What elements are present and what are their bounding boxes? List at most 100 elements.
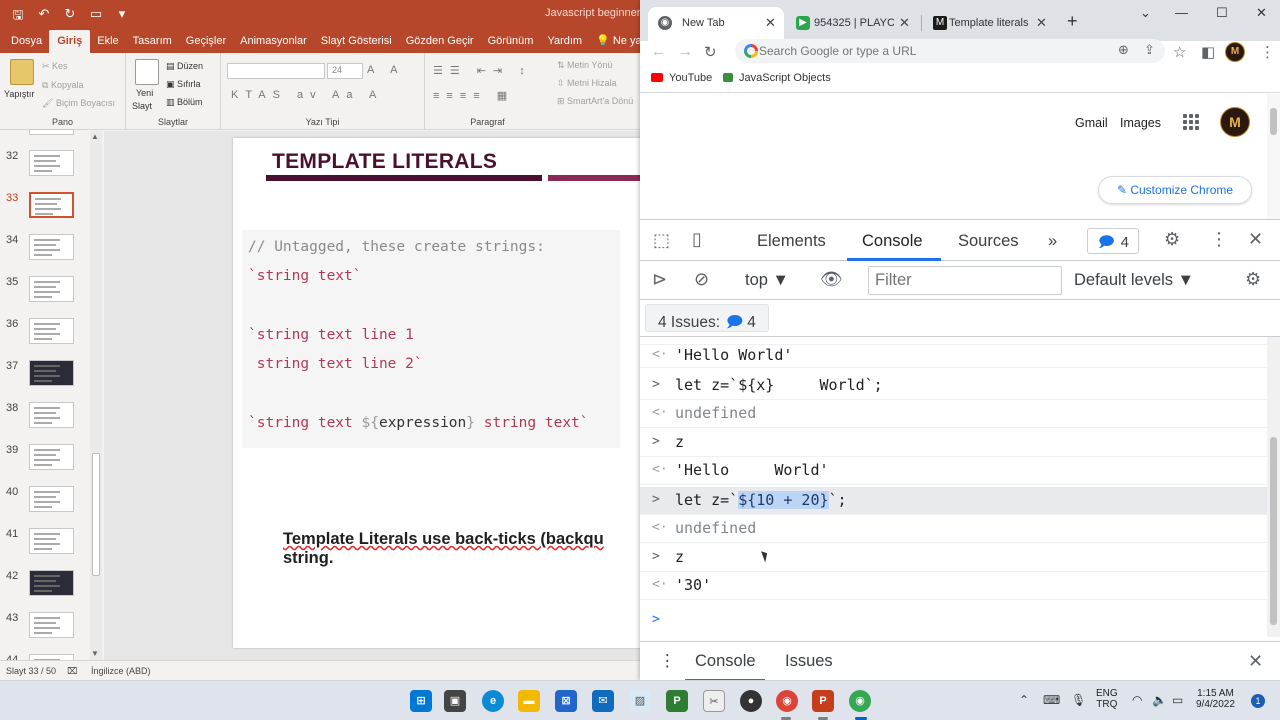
list-icons[interactable]: ☰☰ ⇤⇥ ↕ — [433, 64, 532, 77]
font-size-box[interactable]: 24 — [327, 63, 363, 79]
slide-thumbnail-image[interactable] — [29, 276, 74, 302]
drawer-tab-issues[interactable]: Issues — [785, 652, 833, 671]
format-painter-button[interactable]: 🖌 Biçim Boyacısı — [42, 98, 115, 109]
notification-badge[interactable]: 1 — [1251, 694, 1265, 708]
store-icon[interactable]: ⊠ — [555, 690, 577, 712]
new-tab-icon[interactable]: + — [1067, 11, 1078, 32]
forward-icon[interactable]: → — [678, 43, 693, 60]
powerpoint-taskbar-icon[interactable]: P — [812, 690, 834, 712]
project-icon[interactable]: P — [666, 690, 688, 712]
menu-tasarim[interactable]: Tasarım — [126, 35, 179, 53]
slide-thumbnail[interactable]: 39 — [0, 444, 90, 474]
slide-thumbnail-image[interactable] — [29, 444, 74, 470]
console-filter-input[interactable] — [868, 266, 1062, 295]
keyboard-icon[interactable]: ⌨ — [1043, 693, 1060, 707]
profile-avatar[interactable]: M — [1225, 42, 1245, 62]
live-expression-eye-icon[interactable]: 👁 — [820, 269, 843, 290]
tab-playcode[interactable]: ▶ 954325 | PLAYCODE ✕ — [786, 7, 920, 41]
close-icon[interactable]: ✕ — [899, 15, 910, 31]
tab-new-tab[interactable]: ◉ New Tab ✕ — [648, 7, 784, 41]
console-input-line[interactable]: > let z=`${x} World`; — [640, 372, 1267, 400]
share-icon[interactable]: ⇪ — [1144, 42, 1155, 58]
images-link[interactable]: Images — [1120, 116, 1161, 130]
slide-thumbnail[interactable]: 43 — [0, 612, 90, 642]
menu-search[interactable]: 💡 Ne yapma — [589, 34, 640, 53]
slide-thumbnail-image[interactable] — [29, 150, 74, 176]
slide-thumbnail[interactable]: 32 — [0, 150, 90, 180]
current-slide[interactable]: TEMPLATE LITERALS // Untagged, these cre… — [233, 138, 640, 648]
log-levels-dropdown[interactable]: Default levels ▼ — [1074, 271, 1194, 290]
font-name-box[interactable] — [227, 63, 325, 79]
slide-thumbnail[interactable]: 38 — [0, 402, 90, 432]
device-toolbar-icon[interactable]: ▯ — [692, 229, 702, 250]
menu-gorunum[interactable]: Görünüm — [481, 35, 541, 53]
inspect-element-icon[interactable]: ⬚ — [653, 230, 670, 251]
chrome-taskbar-icon[interactable]: ◉ — [776, 690, 798, 712]
presentation-icon[interactable]: ▭ — [88, 6, 104, 28]
tab-template-literals[interactable]: M Template literals (T ✕ — [923, 7, 1057, 41]
account-avatar[interactable]: M — [1220, 107, 1250, 137]
slide-thumbnail[interactable]: 33 — [0, 192, 90, 222]
slide-thumbnail[interactable]: 41 — [0, 528, 90, 558]
bookmark-youtube[interactable]: YouTube — [651, 72, 712, 84]
bookmark-javascript-objects[interactable]: JavaScript Objects — [723, 72, 831, 84]
omnibox-input[interactable] — [759, 44, 1089, 58]
align-icons[interactable]: ≡≡≡≡ ▦ — [433, 89, 514, 102]
volume-icon[interactable]: 🔈 — [1152, 693, 1167, 707]
slide-thumbnail-image[interactable] — [29, 486, 74, 512]
chevron-down-icon[interactable]: ▾ — [114, 6, 130, 28]
slide-thumbnail[interactable]: 35 — [0, 276, 90, 306]
battery-icon[interactable]: ▭ — [1172, 693, 1183, 707]
snipping-tool-icon[interactable]: ✂ — [703, 690, 725, 712]
show-sidebar-icon[interactable]: ⊳ — [652, 269, 667, 290]
close-icon[interactable]: ✕ — [765, 15, 776, 31]
font-grow-shrink-icons[interactable]: A A — [367, 64, 405, 76]
slide-thumbnail[interactable]: 42 — [0, 570, 90, 600]
slide-thumbnail[interactable]: 36 — [0, 318, 90, 348]
mail-icon[interactable]: ✉ — [592, 690, 614, 712]
bookmark-star-icon[interactable]: ☆ — [1173, 43, 1186, 61]
menu-icon[interactable]: ⋮ — [1260, 43, 1275, 61]
spellcheck-icon[interactable]: ⌧ — [67, 666, 77, 677]
new-slide-icon[interactable] — [135, 59, 159, 85]
scroll-down-icon[interactable]: ▼ — [91, 649, 99, 658]
console-settings-gear-icon[interactable]: ⚙ — [1245, 269, 1261, 290]
scrollbar-thumb[interactable] — [1270, 437, 1277, 625]
scrollbar-thumb[interactable] — [92, 453, 100, 576]
paste-button[interactable]: Yapıştır — [4, 89, 34, 99]
more-tabs-icon[interactable]: » — [1048, 232, 1057, 251]
customize-chrome-button[interactable]: ✎ Customize Chrome — [1098, 176, 1252, 204]
console-result-line[interactable]: <· 'Hello World' — [640, 342, 1267, 368]
menu-slayt-gosterisi[interactable]: Slayt Gösterisi — [314, 35, 399, 53]
obs-icon[interactable]: ● — [740, 690, 762, 712]
close-drawer-icon[interactable]: ✕ — [1248, 651, 1263, 672]
edge-icon[interactable]: e — [482, 690, 504, 712]
drawer-tab-console[interactable]: Console — [695, 652, 756, 671]
console-result-line[interactable]: <· undefined — [640, 400, 1267, 428]
start-icon[interactable]: ⊞ — [410, 690, 432, 712]
context-selector[interactable]: top ▼ — [745, 271, 789, 290]
gmail-link[interactable]: Gmail — [1075, 116, 1108, 130]
console-output[interactable]: <· 'Hello World' > let z=`${x} World`; <· und… — [640, 337, 1267, 637]
tab-elements[interactable]: Elements — [757, 232, 826, 251]
google-apps-icon[interactable] — [1183, 114, 1199, 130]
thumbnails-scrollbar[interactable]: ▲ ▼ — [90, 131, 102, 660]
console-input-line[interactable]: > let z=`${10 + 20}`; — [640, 487, 1267, 515]
close-icon[interactable]: ✕ — [1036, 15, 1047, 31]
slide-thumbnail-image[interactable] — [29, 570, 74, 596]
page-scrollbar[interactable] — [1267, 94, 1280, 219]
language-switcher[interactable]: ENG TRQ — [1096, 688, 1118, 710]
menu-ekle[interactable]: Ekle — [90, 35, 125, 53]
save-icon[interactable]: 🖫 — [10, 6, 26, 28]
section-button[interactable]: ▥ Bölüm — [166, 97, 203, 108]
language-indicator[interactable]: İngilizce (ABD) — [91, 666, 151, 676]
smartart-button[interactable]: ⊞ SmartArt'a Dönü — [557, 96, 633, 107]
slide-thumbnail[interactable]: 37 — [0, 360, 90, 390]
tab-sources[interactable]: Sources — [958, 232, 1019, 251]
task-view-icon[interactable]: ▣ — [444, 690, 466, 712]
slide-thumbnail-image[interactable] — [29, 129, 74, 135]
menu-dosya[interactable]: Dosya — [4, 35, 49, 53]
menu-animasyonlar[interactable]: Animasyonlar — [233, 35, 314, 53]
scrollbar-thumb[interactable] — [1270, 108, 1277, 135]
drawer-menu-icon[interactable]: ⋮ — [659, 651, 676, 671]
